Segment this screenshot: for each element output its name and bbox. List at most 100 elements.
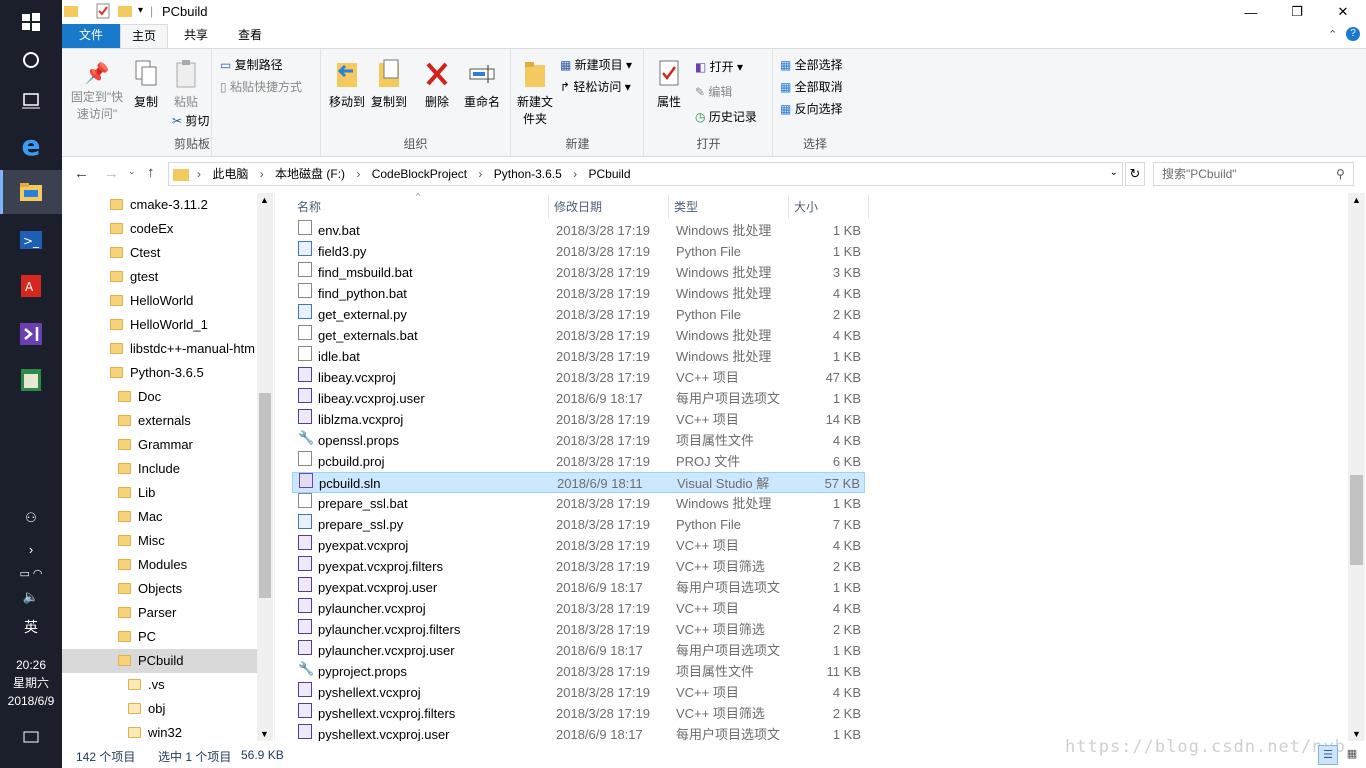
scroll-up-icon[interactable]: ▲ [1352,195,1361,205]
nav-scrollbar[interactable]: ▲ ▼ [257,193,273,741]
file-row[interactable]: get_externals.bat 2018/3/28 17:19 Windows … [292,325,865,346]
properties-button[interactable]: 属性 [651,59,687,111]
breadcrumb-separator-icon[interactable]: › [353,167,364,181]
scroll-down-icon[interactable]: ▼ [1352,729,1361,739]
file-row[interactable]: pyexpat.vcxproj 2018/3/28 17:19 VC++ 项目 4 K… [292,535,865,556]
copy-path-button[interactable]: ▭ 复制路径 [220,57,283,73]
cortana-search-icon[interactable] [0,38,62,82]
nav-item[interactable]: Mac [62,505,257,529]
file-row[interactable]: field3.py 2018/3/28 17:19 Python File 1 KB [292,241,865,262]
scroll-down-icon[interactable]: ▼ [260,729,269,739]
rename-button[interactable]: 重命名 [459,59,505,111]
nav-item[interactable]: .vs [62,673,257,697]
people-icon[interactable]: ⚇ [0,508,62,528]
paste-button[interactable]: 粘贴 [168,59,204,111]
nav-item[interactable]: externals [62,409,257,433]
tab-share[interactable]: 共享 [172,24,220,48]
notepad-icon[interactable] [0,358,62,402]
nav-item[interactable]: gtest [62,265,257,289]
help-icon[interactable]: ? [1346,27,1360,41]
file-row[interactable]: pyexpat.vcxproj.filters 2018/3/28 17:19 VC… [292,556,865,577]
invert-selection-button[interactable]: ▦ 反向选择 [780,101,843,117]
address-path[interactable]: › 此电脑 › 本地磁盘 (F:) › CodeBlockProject › P… [168,162,1123,186]
nav-item[interactable]: HelloWorld [62,289,257,313]
back-arrow-icon[interactable]: ← [74,165,89,182]
volume-icon[interactable]: 🔈 [0,588,62,606]
copy-to-button[interactable]: 复制到 [369,59,409,111]
file-row[interactable]: libeay.vcxproj 2018/3/28 17:19 VC++ 项目 47 K… [292,367,865,388]
breadcrumb-separator-icon[interactable]: › [475,167,486,181]
file-row[interactable]: 🔧 openssl.props 2018/3/28 17:19 项目属性文件 4 KB [292,430,865,451]
scroll-up-icon[interactable]: ▲ [260,195,269,205]
details-view-icon[interactable]: ☰ [1318,745,1338,765]
file-row[interactable]: find_python.bat 2018/3/28 17:19 Windows 批处… [292,283,865,304]
collapse-ribbon-icon[interactable]: ⌃ [1328,28,1337,41]
easy-access-button[interactable]: ↱ 轻松访问 ▾ [560,79,631,95]
nav-item[interactable]: Doc [62,385,257,409]
address-dropdown-icon[interactable]: ⌄ [1110,167,1118,178]
refresh-icon[interactable]: ↻ [1125,162,1145,186]
nav-scroll-thumb[interactable] [259,393,271,598]
chevron-up-tray-icon[interactable]: › [0,539,62,559]
file-row[interactable]: pcbuild.sln 2018/6/9 18:11 Visual Studio 解… [292,472,865,493]
customize-quick-access-icon[interactable]: ▾ [138,5,143,16]
search-icon[interactable]: ⚲ [1336,167,1345,181]
pin-quick-access-button[interactable]: 📌 固定到"快速访问" [66,59,128,123]
large-icons-view-icon[interactable]: ▦ [1342,745,1362,765]
column-header-name[interactable]: 名称 [292,195,549,219]
select-none-button[interactable]: ▦ 全部取消 [780,79,843,95]
nav-item[interactable]: HelloWorld_1 [62,313,257,337]
nav-item[interactable]: Python-3.6.5 [62,361,257,385]
file-row[interactable]: libeay.vcxproj.user 2018/6/9 18:17 每用户项目选项… [292,388,865,409]
ime-indicator[interactable]: 英 [0,616,62,638]
breadcrumb-item[interactable]: 本地磁盘 (F:) [275,167,345,181]
new-folder-quick-icon[interactable] [118,4,132,18]
maximize-button[interactable]: ❐ [1274,0,1320,24]
minimize-button[interactable]: — [1228,0,1274,24]
nav-item[interactable]: Include [62,457,257,481]
file-row[interactable]: pylauncher.vcxproj.filters 2018/3/28 17:1… [292,619,865,640]
breadcrumb-separator-icon[interactable]: › [256,167,267,181]
tab-view[interactable]: 查看 [226,24,274,48]
nav-item[interactable]: obj [62,697,257,721]
new-item-button[interactable]: ▦ 新建项目 ▾ [560,57,632,73]
history-button[interactable]: ◷ 历史记录 [695,109,757,125]
paste-shortcut-button[interactable]: ▯ 粘贴快捷方式 [220,79,302,95]
nav-item[interactable]: PCbuild [62,649,257,673]
nav-item[interactable]: Objects [62,577,257,601]
action-center-icon[interactable] [0,728,62,748]
file-row[interactable]: 🔧 pyproject.props 2018/3/28 17:19 项目属性文件 11 … [292,661,865,682]
breadcrumb-item[interactable]: PCbuild [588,167,630,181]
file-list-scrollbar[interactable]: ▲ ▼ [1348,193,1365,741]
recent-locations-icon[interactable]: ⌄ [128,166,136,177]
nav-item[interactable]: Parser [62,601,257,625]
forward-arrow-icon[interactable]: → [104,165,119,182]
nav-item[interactable]: Ctest [62,241,257,265]
edge-browser-icon[interactable]: e [0,123,62,167]
move-to-button[interactable]: 移动到 [327,59,367,111]
task-view-icon[interactable] [0,78,62,122]
close-button[interactable]: ✕ [1320,0,1366,24]
properties-quick-icon[interactable] [96,3,110,19]
column-header-date[interactable]: 修改日期 [549,195,669,219]
file-row[interactable]: liblzma.vcxproj 2018/3/28 17:19 VC++ 项目 14 … [292,409,865,430]
nav-item[interactable]: codeEx [62,217,257,241]
nav-item[interactable]: PC [62,625,257,649]
up-arrow-icon[interactable]: ↑ [147,164,155,181]
edit-button[interactable]: ✎ 编辑 [695,84,732,100]
column-header-size[interactable]: 大小 [789,195,869,219]
file-row[interactable]: env.bat 2018/3/28 17:19 Windows 批处理 1 KB [292,220,865,241]
nav-item[interactable]: cmake-3.11.2 [62,193,257,217]
column-header-type[interactable]: 类型 [669,195,789,219]
open-button[interactable]: ◧ 打开 ▾ [695,59,743,75]
nav-item[interactable]: Modules [62,553,257,577]
nav-item[interactable]: Grammar [62,433,257,457]
file-row[interactable]: pcbuild.proj 2018/3/28 17:19 PROJ 文件 6 KB [292,451,865,472]
breadcrumb-item[interactable]: 此电脑 [212,167,248,181]
breadcrumb-separator-icon[interactable]: › [570,167,581,181]
visual-studio-icon[interactable] [0,312,62,356]
breadcrumb-item[interactable]: CodeBlockProject [372,167,467,181]
cut-button[interactable]: ✂ 剪切 [172,113,209,129]
breadcrumb-separator-icon[interactable]: › [197,167,204,181]
file-row[interactable]: pyexpat.vcxproj.user 2018/6/9 18:17 每用户项目选… [292,577,865,598]
